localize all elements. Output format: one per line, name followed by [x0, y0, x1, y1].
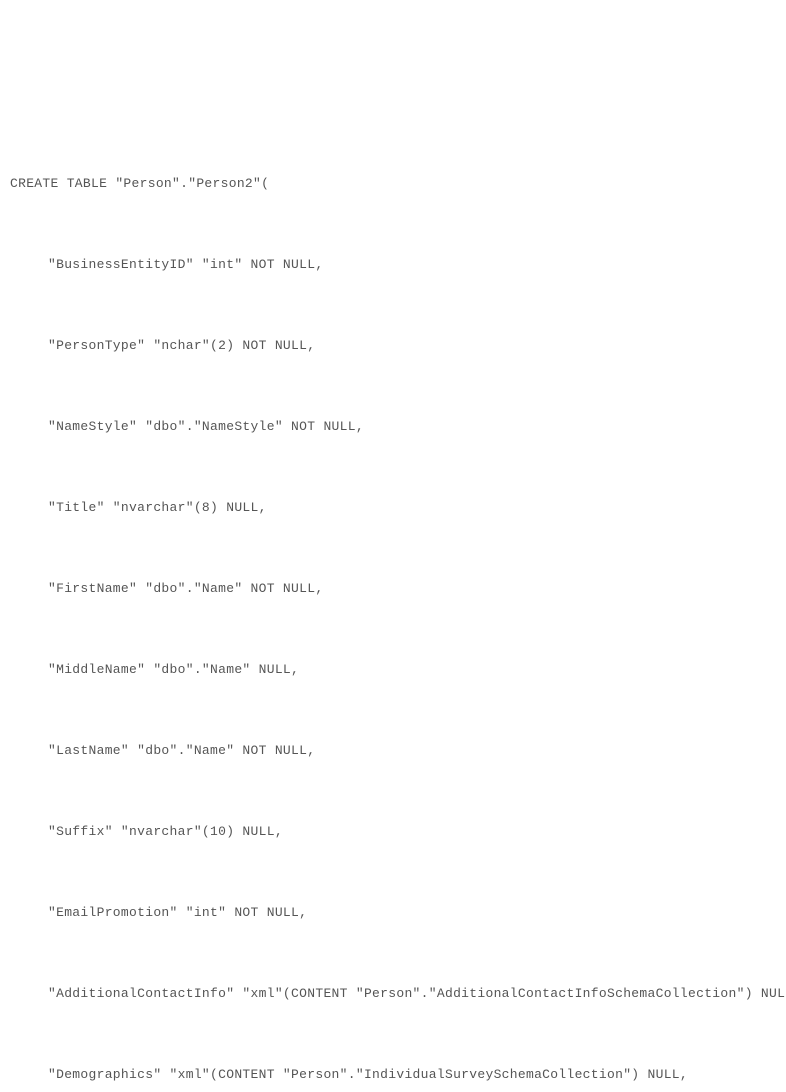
code-line: "NameStyle" "dbo"."NameStyle" NOT NULL,: [10, 413, 786, 440]
code-line: CREATE TABLE "Person"."Person2"(: [10, 170, 786, 197]
code-line: "LastName" "dbo"."Name" NOT NULL,: [10, 737, 786, 764]
code-line: "MiddleName" "dbo"."Name" NULL,: [10, 656, 786, 683]
code-line: "EmailPromotion" "int" NOT NULL,: [10, 899, 786, 926]
code-line: "Demographics" "xml"(CONTENT "Person"."I…: [10, 1061, 786, 1088]
code-line: "BusinessEntityID" "int" NOT NULL,: [10, 251, 786, 278]
sql-code-block: CREATE TABLE "Person"."Person2"( "Busine…: [10, 116, 786, 1092]
code-line: "AdditionalContactInfo" "xml"(CONTENT "P…: [10, 980, 786, 1007]
code-line: "Title" "nvarchar"(8) NULL,: [10, 494, 786, 521]
code-line: "Suffix" "nvarchar"(10) NULL,: [10, 818, 786, 845]
code-line: "FirstName" "dbo"."Name" NOT NULL,: [10, 575, 786, 602]
code-line: "PersonType" "nchar"(2) NOT NULL,: [10, 332, 786, 359]
